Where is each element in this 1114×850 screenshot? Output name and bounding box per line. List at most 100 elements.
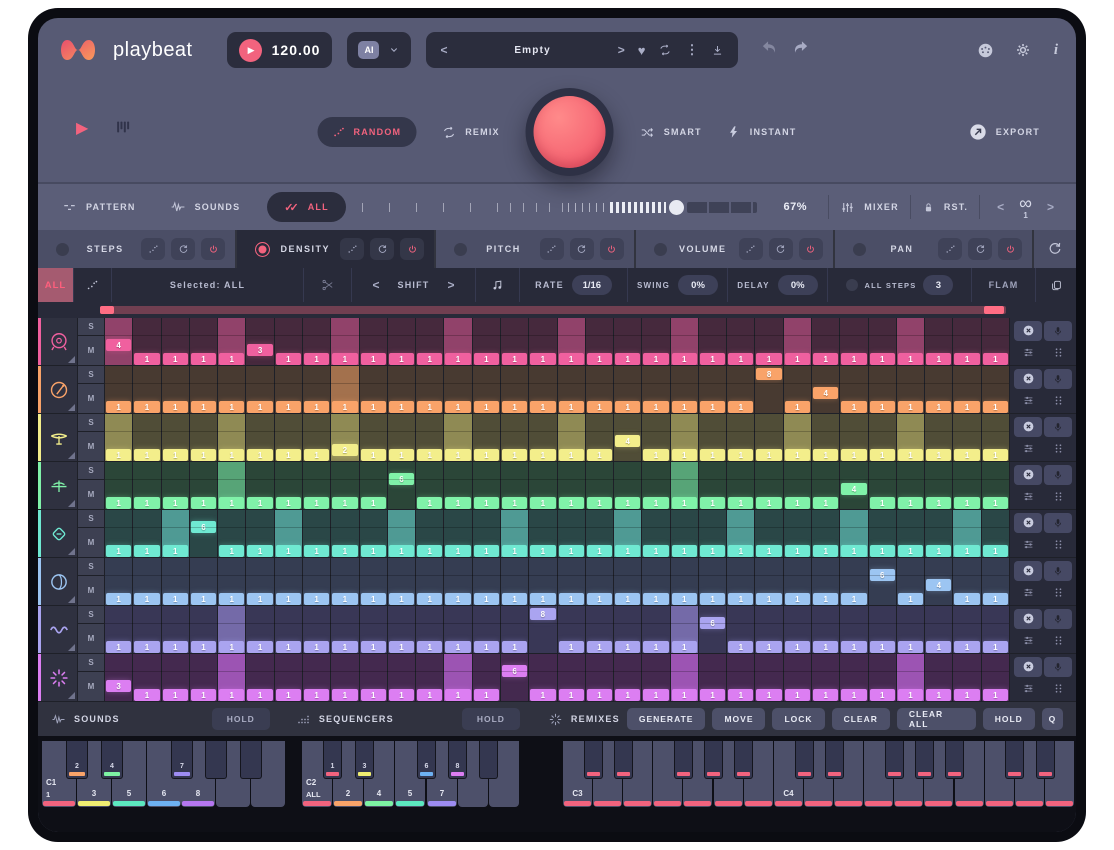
- mute-button[interactable]: M: [78, 336, 104, 365]
- step-cell[interactable]: 1: [246, 654, 273, 701]
- step-density-value[interactable]: 1: [615, 593, 640, 605]
- step-density-value[interactable]: 1: [898, 449, 923, 461]
- step-cell[interactable]: 1: [190, 318, 217, 365]
- step-cell[interactable]: 1: [897, 606, 924, 653]
- step-density-value[interactable]: 1: [304, 353, 329, 365]
- step-cell[interactable]: 1: [727, 558, 754, 605]
- step-cell[interactable]: 6: [388, 462, 415, 509]
- step-density-value[interactable]: 1: [502, 545, 527, 557]
- step-density-value[interactable]: 1: [276, 497, 301, 509]
- play-icon[interactable]: ▶: [239, 39, 262, 62]
- step-cell[interactable]: 1: [953, 414, 980, 461]
- track-drag-handle[interactable]: [1044, 535, 1072, 555]
- step-density-value[interactable]: 1: [134, 593, 159, 605]
- step-density-value[interactable]: 1: [983, 641, 1008, 653]
- copy-button[interactable]: [1036, 268, 1076, 302]
- tab-power-button[interactable]: [600, 238, 624, 260]
- track-drag-handle[interactable]: [1044, 343, 1072, 363]
- transport-play-icon[interactable]: ▶: [76, 118, 88, 138]
- step-cell[interactable]: 1: [444, 318, 471, 365]
- step-cell[interactable]: 1: [218, 654, 245, 701]
- step-density-value[interactable]: 1: [474, 353, 499, 365]
- step-cell[interactable]: 1: [840, 606, 867, 653]
- step-density-value[interactable]: 1: [417, 593, 442, 605]
- track-expand-handle[interactable]: [68, 500, 75, 507]
- step-cell[interactable]: 4: [812, 366, 839, 413]
- step-density-value[interactable]: 1: [247, 593, 272, 605]
- step-cell[interactable]: 1: [727, 462, 754, 509]
- step-density-value[interactable]: 1: [954, 593, 979, 605]
- step-cell[interactable]: 1: [303, 606, 330, 653]
- track-instrument-button[interactable]: [38, 606, 77, 653]
- step-density-value[interactable]: 1: [219, 401, 244, 413]
- step-density-value[interactable]: 1: [870, 449, 895, 461]
- step-density-value[interactable]: 1: [870, 641, 895, 653]
- step-density-value[interactable]: 1: [417, 353, 442, 365]
- step-cell[interactable]: 1: [953, 654, 980, 701]
- loop-start-handle[interactable]: [100, 306, 114, 314]
- step-density-value[interactable]: 1: [474, 641, 499, 653]
- step-cell[interactable]: 1: [812, 558, 839, 605]
- step-density-value[interactable]: 1: [502, 401, 527, 413]
- step-density-value[interactable]: 1: [643, 689, 668, 701]
- step-cell[interactable]: 4: [614, 414, 641, 461]
- step-density-value[interactable]: 4: [841, 483, 866, 495]
- loop-range-bar[interactable]: [100, 306, 1006, 314]
- black-key[interactable]: 1: [323, 741, 342, 779]
- step-cell[interactable]: 1: [586, 318, 613, 365]
- clear-button[interactable]: CLEAR: [832, 708, 890, 730]
- step-density-value[interactable]: 1: [983, 449, 1008, 461]
- step-density-value[interactable]: 6: [700, 617, 725, 629]
- step-cell[interactable]: 1: [501, 366, 528, 413]
- step-cell[interactable]: 1: [586, 654, 613, 701]
- redo-icon[interactable]: [791, 38, 810, 62]
- track-record-button[interactable]: [1044, 609, 1072, 629]
- step-cell[interactable]: 1: [727, 318, 754, 365]
- step-density-value[interactable]: 4: [926, 579, 951, 591]
- step-density-value[interactable]: 1: [643, 497, 668, 509]
- step-cell[interactable]: 1: [642, 510, 669, 557]
- step-cell[interactable]: 1: [303, 510, 330, 557]
- reset-lock-button[interactable]: RST.: [922, 201, 968, 214]
- track-drag-handle[interactable]: [1044, 583, 1072, 603]
- step-cell[interactable]: 4: [840, 462, 867, 509]
- step-density-value[interactable]: 1: [756, 689, 781, 701]
- track-instrument-button[interactable]: [38, 318, 77, 365]
- track-record-button[interactable]: [1044, 657, 1072, 677]
- black-key[interactable]: [674, 741, 693, 779]
- step-cell[interactable]: 8: [755, 366, 782, 413]
- step-cell[interactable]: 1: [444, 462, 471, 509]
- black-key[interactable]: [945, 741, 964, 779]
- tab-reset-button[interactable]: [570, 238, 594, 260]
- track-record-button[interactable]: [1044, 321, 1072, 341]
- step-density-value[interactable]: 1: [219, 497, 244, 509]
- piano-roll-icon[interactable]: [114, 118, 132, 141]
- step-density-value[interactable]: 2: [332, 444, 357, 456]
- step-density-value[interactable]: 1: [700, 449, 725, 461]
- step-density-value[interactable]: 1: [219, 689, 244, 701]
- step-density-value[interactable]: 1: [332, 593, 357, 605]
- step-cell[interactable]: 1: [840, 318, 867, 365]
- step-density-value[interactable]: 1: [502, 497, 527, 509]
- step-cell[interactable]: 1: [388, 366, 415, 413]
- step-cell[interactable]: 1: [473, 462, 500, 509]
- step-cell[interactable]: 1: [982, 414, 1009, 461]
- step-density-value[interactable]: 1: [445, 689, 470, 701]
- step-cell[interactable]: 1: [586, 558, 613, 605]
- step-cell[interactable]: 1: [501, 558, 528, 605]
- step-density-value[interactable]: 1: [530, 689, 555, 701]
- step-density-value[interactable]: 1: [615, 353, 640, 365]
- lock-button[interactable]: LOCK: [772, 708, 824, 730]
- step-density-value[interactable]: 1: [728, 545, 753, 557]
- step-cell[interactable]: 1: [642, 558, 669, 605]
- step-cell[interactable]: 1: [162, 558, 189, 605]
- step-density-value[interactable]: 1: [219, 353, 244, 365]
- step-density-value[interactable]: 1: [559, 641, 584, 653]
- step-cell[interactable]: 1: [275, 414, 302, 461]
- step-density-value[interactable]: 1: [163, 449, 188, 461]
- step-density-value[interactable]: 1: [898, 497, 923, 509]
- step-cell[interactable]: 1: [755, 510, 782, 557]
- step-cell[interactable]: 1: [303, 462, 330, 509]
- generate-button[interactable]: GENERATE: [627, 708, 706, 730]
- step-cell[interactable]: 1: [473, 654, 500, 701]
